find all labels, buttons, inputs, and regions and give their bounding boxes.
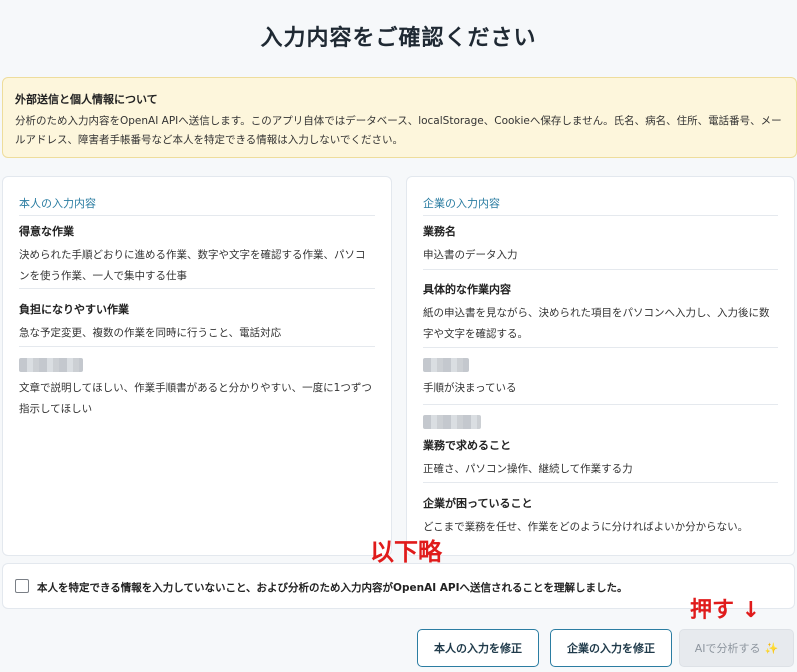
self-item-strengths: 得意な作業 決められた手順どおりに進める作業、数字や文字を確認する作業、パソコン… [19,223,375,289]
page-title: 入力内容をご確認ください [260,26,537,51]
item-label: 得意な作業 [19,225,74,238]
notice-title: 外部送信と個人情報について [15,93,158,106]
redacted-label [423,358,469,372]
edit-company-button[interactable]: 企業の入力を修正 [550,629,672,667]
self-input-card: 本人の入力内容 得意な作業 決められた手順どおりに進める作業、数字や文字を確認す… [2,176,392,556]
edit-company-label: 企業の入力を修正 [567,642,655,655]
item-value: 文章で説明してほしい、作業手順書があると分かりやすい、一度に1つずつ指示してほし… [19,382,372,415]
self-item-redacted: 文章で説明してほしい、作業手順書があると分かりやすい、一度に1つずつ指示してほし… [19,358,375,420]
edit-self-button[interactable]: 本人の入力を修正 [417,629,539,667]
item-value: どこまで業務を任せ、作業をどのように分ければよいか分からない。 [423,521,749,533]
redacted-label [423,415,481,429]
company-item-redacted-2 [423,415,778,433]
consent-label[interactable]: 本人を特定できる情報を入力していないこと、および分析のため入力内容がOpenAI… [37,580,628,595]
company-input-card: 企業の入力内容 業務名 申込書のデータ入力 具体的な作業内容 紙の申込書を見なが… [406,176,795,556]
self-item-burdens: 負担になりやすい作業 急な予定変更、複数の作業を同時に行うこと、電話対応 [19,301,375,347]
item-label: 具体的な作業内容 [423,283,511,296]
consent-checkbox[interactable] [15,579,29,593]
company-item-redacted: 手順が決まっている [423,358,778,405]
sparkle-icon: ✨ [764,641,779,655]
item-value: 決められた手順どおりに進める作業、数字や文字を確認する作業、パソコンを使う作業、… [19,249,366,282]
item-label: 企業が困っていること [423,497,533,510]
page: 入力内容をご確認ください 外部送信と個人情報について 分析のため入力内容をOpe… [0,0,797,672]
edit-self-label: 本人の入力を修正 [434,642,522,655]
item-value: 申込書のデータ入力 [423,249,518,261]
item-value: 紙の申込書を見ながら、決められた項目をパソコンへ入力し、入力後に数字や文字を確認… [423,307,770,340]
company-item-issues: 企業が困っていること どこまで業務を任せ、作業をどのように分ければよいか分からな… [423,495,778,538]
item-label: 負担になりやすい作業 [19,303,129,316]
self-card-heading: 本人の入力内容 [19,195,375,216]
privacy-notice: 外部送信と個人情報について 分析のため入力内容をOpenAI APIへ送信します… [2,77,797,158]
item-value: 正確さ、パソコン操作、継続して作業する力 [423,463,633,475]
redacted-label [19,358,83,372]
item-label: 業務名 [423,225,456,238]
confirm-section: 本人を特定できる情報を入力していないこと、および分析のため入力内容がOpenAI… [2,563,795,609]
company-item-requirements: 業務で求めること 正確さ、パソコン操作、継続して作業する力 [423,437,778,483]
annotation-press: 押す ↓ [690,598,761,623]
analyze-button[interactable]: AIで分析する ✨ [679,629,794,667]
notice-body: 分析のため入力内容をOpenAI APIへ送信します。このアプリ自体ではデータベ… [15,115,782,146]
item-value: 急な予定変更、複数の作業を同時に行うこと、電話対応 [19,327,282,339]
annotation-omitted: 以下略 [370,538,442,566]
company-item-task-name: 業務名 申込書のデータ入力 [423,223,778,270]
item-label: 業務で求めること [423,439,511,452]
company-item-details: 具体的な作業内容 紙の申込書を見ながら、決められた項目をパソコンへ入力し、入力後… [423,281,778,348]
company-card-heading: 企業の入力内容 [423,195,778,216]
analyze-label: AIで分析する [694,642,761,655]
item-value: 手順が決まっている [423,382,517,394]
